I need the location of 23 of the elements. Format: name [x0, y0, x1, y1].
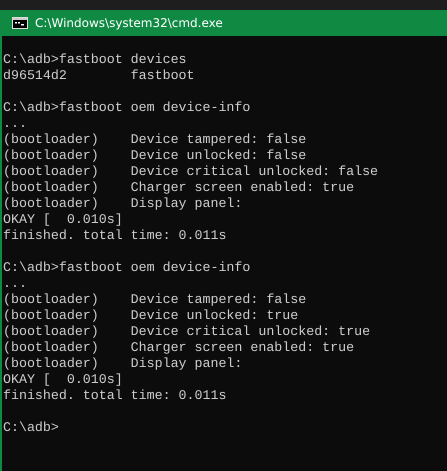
console-line: ...	[3, 276, 27, 292]
console-line: (bootloader) Device critical unlocked: true	[3, 324, 370, 340]
console-line: (bootloader) Charger screen enabled: true	[3, 340, 354, 356]
console-line: (bootloader) Device tampered: false	[3, 132, 306, 148]
console-line: OKAY [ 0.010s]	[3, 212, 123, 228]
window-title: C:\Windows\system32\cmd.exe	[35, 16, 223, 30]
console-line: finished. total time: 0.011s	[3, 388, 226, 404]
console-line: (bootloader) Device tampered: false	[3, 292, 306, 308]
console-line: C:\adb>	[3, 420, 59, 436]
console-icon	[12, 17, 28, 29]
console-line: ...	[3, 116, 27, 132]
console-line: (bootloader) Display panel:	[3, 196, 242, 212]
console-line: (bootloader) Device unlocked: false	[3, 148, 306, 164]
console-line: (bootloader) Display panel:	[3, 356, 242, 372]
console-line: (bootloader) Device critical unlocked: false	[3, 164, 378, 180]
console-line: d96514d2 fastboot	[3, 68, 195, 84]
console-line: C:\adb>fastboot oem device-info	[3, 100, 250, 116]
console-line: finished. total time: 0.011s	[3, 228, 226, 244]
console-line: OKAY [ 0.010s]	[3, 372, 123, 388]
console-line: (bootloader) Charger screen enabled: true	[3, 180, 354, 196]
console-line: (bootloader) Device unlocked: true	[3, 308, 298, 324]
console-line: C:\adb>fastboot oem device-info	[3, 260, 250, 276]
console-line: C:\adb>fastboot devices	[3, 52, 187, 68]
